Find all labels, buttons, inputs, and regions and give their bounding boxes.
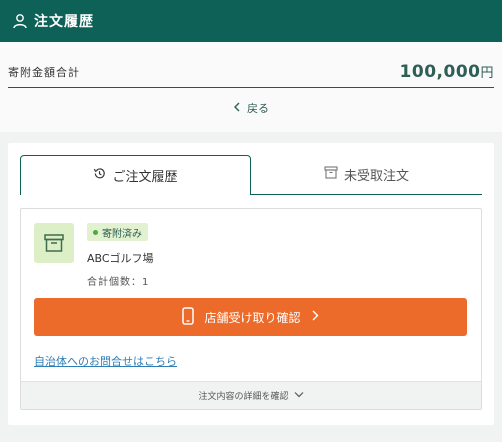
status-label: 寄附済み <box>102 228 142 240</box>
tab-unreceived-orders[interactable]: 未受取注文 <box>251 155 482 195</box>
chevron-down-icon <box>294 391 304 401</box>
history-icon <box>93 167 106 184</box>
tab-unreceived-orders-label: 未受取注文 <box>343 169 409 184</box>
back-label: 戻る <box>247 102 269 115</box>
municipality-contact-link[interactable]: 自治体へのお問合せはこちら <box>34 353 177 369</box>
user-icon <box>12 13 28 29</box>
currency-unit: 円 <box>480 65 494 81</box>
smartphone-icon <box>182 306 195 328</box>
tab-order-history[interactable]: ご注文履歴 <box>20 155 251 195</box>
quantity-value: 1 <box>142 277 150 288</box>
page-title: 注文履歴 <box>34 14 94 30</box>
order-card: 寄附済み ABCゴルフ場 合計個数：1 店舗受け取り確認 自治体へのお問合せはこ… <box>20 208 482 410</box>
total-row: 寄附金額合計 100,000円 <box>8 56 494 88</box>
chevron-left-icon <box>233 102 241 115</box>
app-header: 注文履歴 <box>0 0 502 42</box>
total-label: 寄附金額合計 <box>8 65 80 79</box>
status-badge: 寄附済み <box>87 223 148 241</box>
tab-order-history-label: ご注文履歴 <box>112 170 178 185</box>
total-amount-value: 100,000 <box>399 61 481 82</box>
chevron-right-icon <box>311 310 319 324</box>
quantity-row: 合計個数：1 <box>87 273 149 288</box>
quantity-label: 合計個数： <box>87 277 142 288</box>
donation-summary: 寄附金額合計 100,000円 戻る <box>0 42 502 132</box>
back-link[interactable]: 戻る <box>0 100 502 116</box>
order-tabs: ご注文履歴 未受取注文 <box>20 155 482 195</box>
total-amount: 100,000円 <box>400 62 494 82</box>
details-label: 注文内容の詳細を確認 <box>198 392 289 402</box>
package-icon <box>34 223 74 263</box>
confirm-button-label: 店舗受け取り確認 <box>204 310 301 325</box>
status-dot-icon <box>93 229 98 235</box>
order-details-toggle[interactable]: 注文内容の詳細を確認 <box>21 381 481 409</box>
store-pickup-confirm-button[interactable]: 店舗受け取り確認 <box>34 298 467 336</box>
order-panel: ご注文履歴 未受取注文 寄附済み ABCゴルフ場 合計個数：1 店舗受け取り確認 <box>8 143 494 425</box>
facility-name: ABCゴルフ場 <box>87 252 154 265</box>
box-icon <box>324 166 338 183</box>
